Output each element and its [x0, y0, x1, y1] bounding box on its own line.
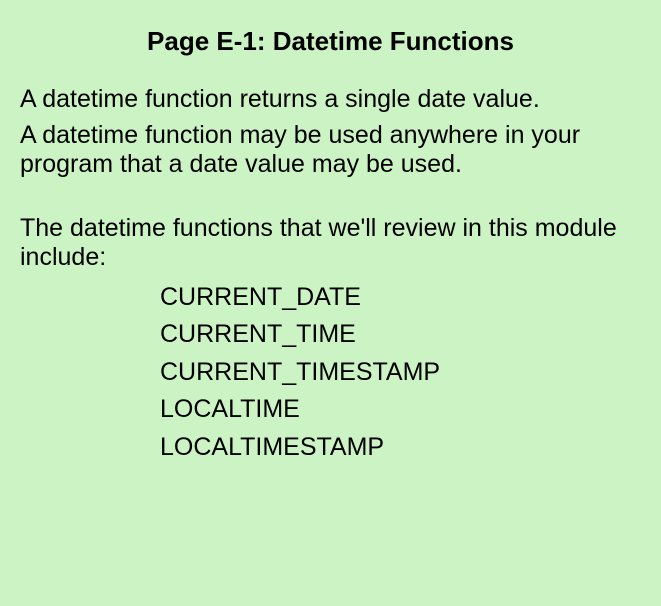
function-item: CURRENT_TIMESTAMP — [160, 354, 641, 392]
function-item: CURRENT_DATE — [160, 279, 641, 317]
function-list: CURRENT_DATE CURRENT_TIME CURRENT_TIMEST… — [160, 279, 641, 467]
paragraph-2: A datetime function may be used anywhere… — [20, 121, 641, 180]
function-item: CURRENT_TIME — [160, 316, 641, 354]
function-item: LOCALTIMESTAMP — [160, 429, 641, 467]
function-item: LOCALTIME — [160, 391, 641, 429]
page-title: Page E-1: Datetime Functions — [20, 26, 641, 57]
paragraph-1: A datetime function returns a single dat… — [20, 85, 641, 115]
list-intro: The datetime functions that we'll review… — [20, 214, 641, 273]
